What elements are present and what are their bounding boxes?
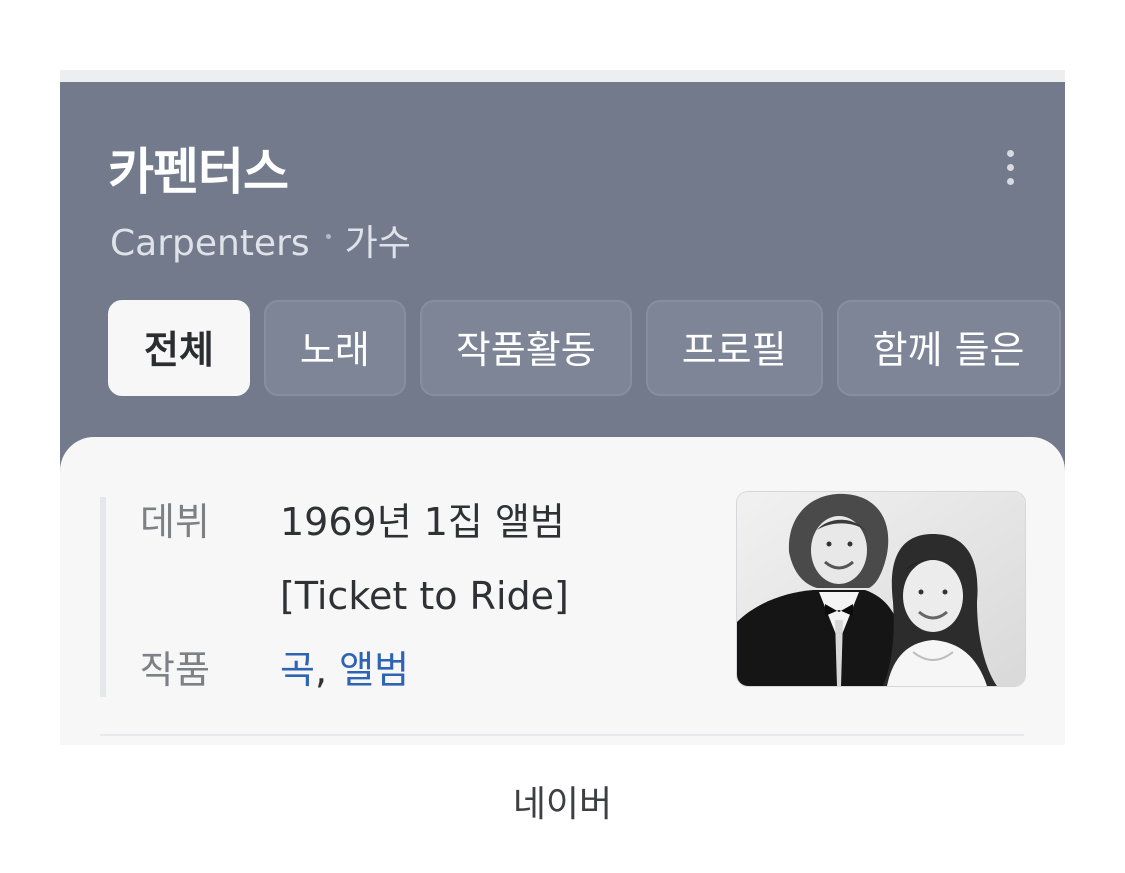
top-strip — [60, 70, 1065, 82]
tab-works[interactable]: 작품활동 — [419, 300, 632, 396]
artist-photo[interactable] — [736, 491, 1026, 687]
debut-album-title: [Ticket to Ride] — [280, 574, 569, 618]
debut-row: 데뷔 1969년 1집 앨범 [Ticket to Ride] — [140, 485, 569, 633]
info-card: 데뷔 1969년 1집 앨범 [Ticket to Ride] 작품 곡, 앨범 — [60, 437, 1065, 745]
artist-type: 가수 — [344, 223, 411, 264]
more-dot — [1006, 177, 1014, 185]
tab-songs[interactable]: 노래 — [263, 300, 406, 396]
debut-value-line1: 1969년 1집 앨범 — [280, 500, 565, 544]
works-label: 작품 — [140, 648, 210, 692]
debut-label: 데뷔 — [140, 500, 210, 544]
tab-listened-together[interactable]: 함께 들은 — [836, 300, 1061, 396]
search-result-panel: 카펜터스 Carpenters 가수 전체 노래 작품활동 프로필 함께 들은 … — [60, 70, 1065, 745]
works-value: 곡, 앨범 — [280, 633, 409, 707]
albums-link[interactable]: 앨범 — [339, 648, 409, 692]
debut-value: 1969년 1집 앨범 [Ticket to Ride] — [280, 485, 569, 633]
artist-info: 데뷔 1969년 1집 앨범 [Ticket to Ride] 작품 곡, 앨범 — [100, 497, 726, 697]
artist-title: 카펜터스 — [108, 143, 289, 201]
section-divider — [100, 734, 1024, 736]
artist-subtitle: Carpenters 가수 — [110, 222, 411, 266]
more-dot — [1006, 163, 1014, 171]
works-separator: , — [314, 648, 328, 692]
separator-dot-icon — [325, 233, 331, 239]
tab-all[interactable]: 전체 — [108, 300, 250, 396]
songs-link[interactable]: 곡 — [280, 648, 315, 692]
artist-english-name: Carpenters — [110, 223, 310, 264]
tab-bar: 전체 노래 작품활동 프로필 함께 들은 — [108, 300, 1061, 396]
works-row: 작품 곡, 앨범 — [140, 633, 409, 707]
more-dot — [1006, 149, 1014, 157]
more-vertical-icon[interactable] — [995, 142, 1025, 192]
tab-profile[interactable]: 프로필 — [645, 300, 823, 396]
image-caption: 네이버 — [512, 784, 613, 825]
artist-photo-image — [737, 492, 1025, 686]
